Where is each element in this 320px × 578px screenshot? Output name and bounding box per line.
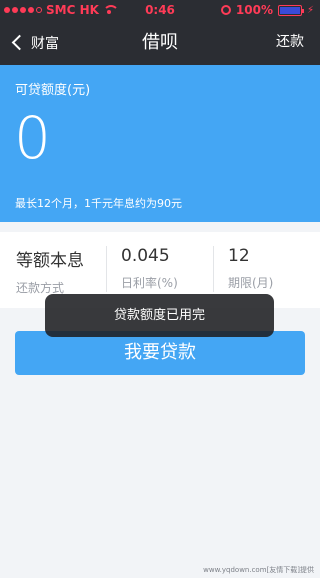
loan-term-label: 期限(月) [228, 276, 274, 290]
rotation-lock-icon [220, 5, 231, 15]
watermark: www.yqdown.com[友情下载]提供 [203, 566, 314, 574]
page-title: 借呗 [142, 32, 178, 53]
daily-rate: 0.045 日利率(%) [121, 246, 178, 298]
divider [213, 246, 214, 292]
repayment-method: 等额本息 还款方式 [16, 246, 84, 298]
daily-rate-value: 0.045 [121, 246, 170, 266]
divider [106, 246, 107, 292]
apply-loan-button[interactable]: 我要贷款 [15, 331, 305, 375]
loan-term: 12 期限(月) [228, 246, 273, 298]
credit-limit-amount: 0 [14, 104, 51, 172]
charging-icon: ⚡ [306, 4, 314, 16]
credit-limit-label: 可贷额度(元) [15, 83, 91, 98]
repayment-method-value: 等额本息 [16, 251, 84, 271]
credit-limit-panel: 可贷额度(元) 0 最长12个月，1千元年息约为90元 [0, 65, 320, 222]
toast-message: 贷款额度已用完 [45, 294, 274, 337]
daily-rate-label: 日利率(%) [121, 276, 178, 290]
battery-icon [277, 4, 304, 16]
loan-term-value: 12 [228, 246, 250, 266]
repay-button[interactable]: 还款 [276, 20, 304, 65]
status-bar: SMC HK 0:46 100% ⚡ [0, 0, 320, 20]
navigation-bar: 财富 借呗 还款 [0, 20, 320, 65]
interest-note: 最长12个月，1千元年息约为90元 [15, 197, 182, 210]
battery-percentage: 100% [235, 3, 273, 17]
status-right: 100% ⚡ [220, 3, 314, 17]
